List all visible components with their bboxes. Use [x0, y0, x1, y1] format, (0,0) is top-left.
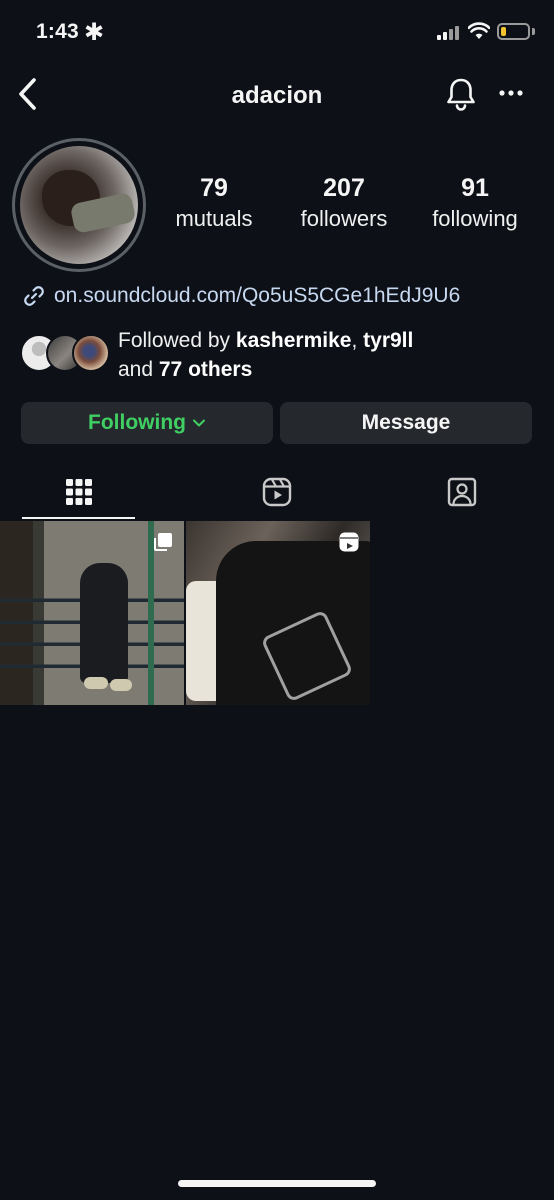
stat-value: 207 — [323, 174, 365, 202]
followed-by-user: tyr9ll — [363, 329, 414, 352]
post-thumbnail[interactable] — [186, 521, 370, 705]
more-horizontal-icon — [499, 90, 523, 96]
profile-header: adacion — [0, 66, 554, 122]
bio-link-text: on.soundcloud.com/Qo5uS5CGe1hEdJ9U6 — [54, 284, 461, 307]
following-label: Following — [88, 411, 186, 434]
profile-stats: 79 mutuals 207 followers 91 following — [150, 172, 550, 242]
followed-by-and: and — [118, 358, 159, 381]
reels-icon — [262, 477, 291, 507]
followed-by-others: 77 others — [158, 358, 253, 381]
status-bar: 1:43 ✱ — [0, 0, 554, 66]
followed-by-row[interactable]: Followed by kashermike, tyr9ll and 77 ot… — [20, 326, 540, 388]
tab-grid[interactable] — [22, 465, 135, 519]
followed-by-text: Followed by kashermike, tyr9ll and 77 ot… — [118, 326, 413, 384]
carousel-icon — [154, 533, 172, 551]
home-indicator[interactable] — [178, 1180, 376, 1187]
photo-detail — [80, 563, 128, 683]
link-icon — [24, 286, 44, 306]
photo-detail — [110, 679, 132, 691]
photo-detail — [84, 677, 108, 689]
followed-by-separator: , — [351, 329, 364, 352]
grid-icon — [65, 479, 92, 505]
more-options-button[interactable] — [496, 78, 526, 108]
stat-followers[interactable]: 207 followers — [280, 172, 408, 234]
following-button[interactable]: Following — [21, 402, 273, 444]
message-label: Message — [361, 411, 451, 434]
reel-icon — [339, 532, 359, 552]
avatar — [72, 334, 110, 372]
active-tab-indicator — [22, 517, 135, 519]
profile-avatar — [20, 146, 138, 264]
notifications-button[interactable] — [444, 76, 478, 112]
stat-value: 91 — [461, 174, 489, 202]
tab-tagged[interactable] — [394, 465, 529, 519]
post-thumbnail[interactable] — [0, 521, 184, 705]
status-time: 1:43 — [36, 20, 79, 43]
wifi-icon — [468, 22, 490, 39]
mutual-avatars — [20, 334, 112, 374]
profile-avatar-ring[interactable] — [12, 138, 146, 272]
tab-reels[interactable] — [209, 465, 344, 519]
battery-level — [501, 27, 506, 36]
message-button[interactable]: Message — [280, 402, 532, 444]
chevron-down-icon — [192, 419, 205, 427]
profile-tabs — [0, 465, 554, 521]
cellular-signal-icon — [437, 26, 459, 40]
followed-by-user: kashermike — [235, 329, 352, 352]
stat-label: following — [432, 206, 518, 231]
followed-by-prefix: Followed by — [118, 329, 236, 352]
bell-icon — [447, 78, 475, 111]
stat-value: 79 — [200, 174, 228, 202]
battery-icon — [497, 23, 530, 40]
asterisk-icon: ✱ — [84, 19, 105, 46]
tagged-person-icon — [447, 477, 476, 507]
stat-label: mutuals — [175, 206, 253, 231]
stat-following[interactable]: 91 following — [410, 172, 540, 234]
battery-tip — [532, 28, 535, 35]
stat-mutuals[interactable]: 79 mutuals — [150, 172, 278, 234]
bio-link[interactable]: on.soundcloud.com/Qo5uS5CGe1hEdJ9U6 — [22, 281, 460, 311]
stat-label: followers — [300, 206, 388, 231]
